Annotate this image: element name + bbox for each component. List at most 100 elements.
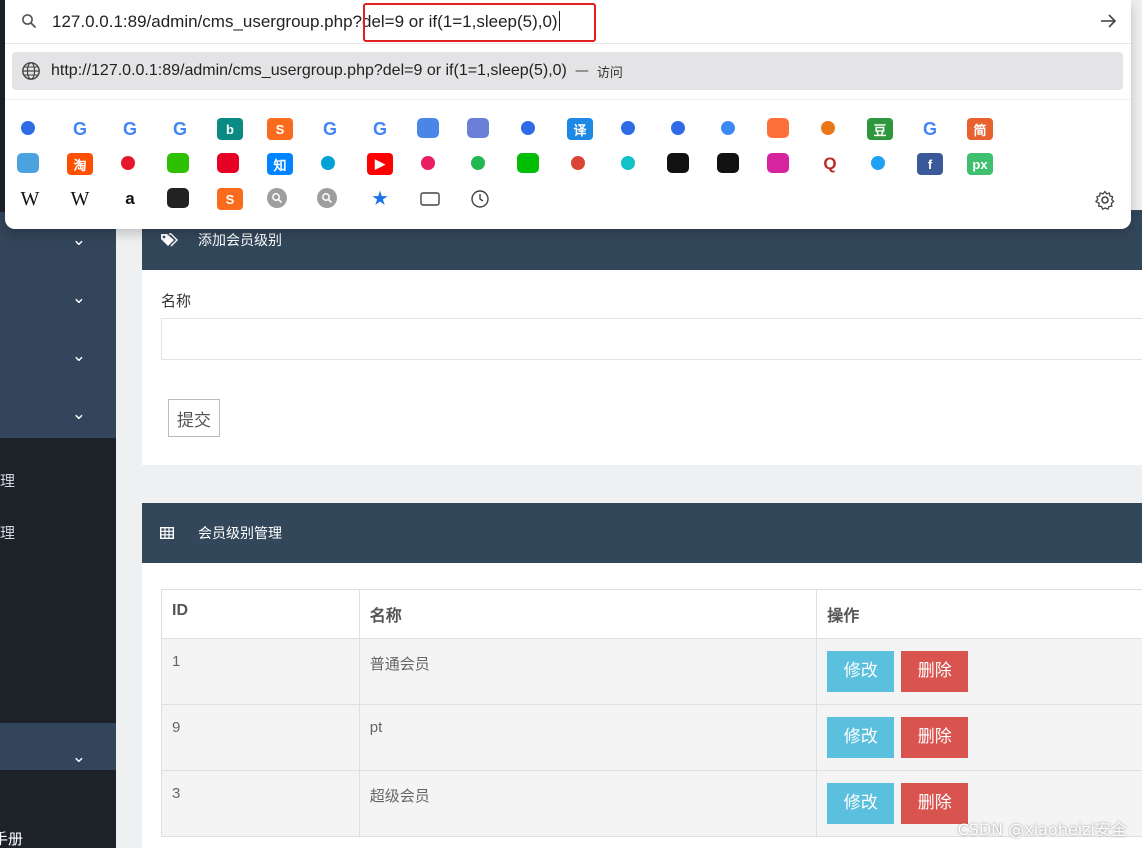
iqiyi-icon[interactable] — [517, 153, 539, 173]
edit-button[interactable]: 修改 — [827, 651, 895, 692]
sidebar-menu-groups: ⌄ ⌄ ⌄ ⌄ — [0, 212, 116, 438]
add-panel-title: 添加会员级别 — [198, 233, 282, 249]
address-bar[interactable]: 127.0.0.1:89/admin/cms_usergroup.php?del… — [5, 0, 1131, 44]
chrome-icon[interactable] — [567, 153, 589, 173]
wikipedia-icon[interactable]: W — [67, 188, 93, 210]
table-header-row: ID 名称 操作 — [161, 589, 1142, 639]
sidebar-menu-group[interactable]: ⌄ — [0, 723, 116, 770]
edit-button[interactable]: 修改 — [827, 783, 895, 824]
address-base: 127.0.0.1:89/admin/cms_usergroup.php — [52, 12, 353, 31]
cloud-icon[interactable] — [717, 118, 739, 138]
jian-icon[interactable]: 简 — [967, 118, 993, 140]
bing-icon[interactable]: b — [217, 118, 243, 140]
name-label: 名称 — [161, 292, 192, 310]
weibo-icon[interactable] — [117, 153, 139, 173]
column-header-name: 名称 — [358, 589, 818, 639]
row-name: pt — [358, 704, 818, 771]
bilibili-icon[interactable] — [317, 153, 339, 173]
taobao-icon[interactable]: 淘 — [67, 153, 93, 175]
sogou-icon[interactable]: S — [267, 118, 293, 140]
github-icon[interactable] — [667, 153, 689, 173]
name-input[interactable] — [161, 318, 1142, 360]
clock-icon[interactable] — [467, 188, 493, 210]
tencent-video-icon[interactable] — [467, 153, 489, 173]
tags-icon — [160, 233, 180, 247]
baidu-paw-icon[interactable] — [17, 118, 39, 138]
delete-button[interactable]: 删除 — [901, 717, 969, 758]
quora-icon[interactable]: Q — [817, 153, 843, 175]
sidebar-item-label[interactable]: 理 — [0, 522, 15, 543]
submit-button[interactable]: 提交 — [168, 399, 220, 437]
google-translate-icon[interactable] — [417, 118, 439, 138]
row-actions: 修改 删除 — [816, 704, 1142, 771]
search-gray-icon[interactable] — [267, 188, 287, 208]
arrow-right-icon[interactable] — [1099, 12, 1117, 34]
chevron-down-icon[interactable]: ⌄ — [72, 232, 86, 249]
translate-yi-icon[interactable]: 译 — [567, 118, 593, 140]
quick-links-row: W Wa S ★ — [17, 188, 517, 214]
row-id: 3 — [161, 770, 360, 837]
suggestion-action: 访问 — [596, 65, 623, 81]
exchange-icon[interactable] — [817, 118, 839, 138]
search-gray-icon[interactable] — [317, 188, 337, 208]
quick-links-row: 淘 知 ▶ Qf px — [17, 153, 1017, 179]
window-icon[interactable] — [417, 188, 443, 210]
member-level-table: ID 名称 操作 1 普通会员 修改 删除 9 pt 修改 删除 3 超级会员 修改… — [161, 589, 1142, 837]
twitter-icon[interactable] — [867, 153, 889, 173]
watermark: CSDN @xiaoheizi安全 — [957, 820, 1128, 839]
feather-icon[interactable] — [717, 153, 739, 173]
column-header-actions: 操作 — [816, 589, 1142, 639]
quick-links-row: G G Gb S G G 译 豆 G 简 — [17, 118, 1017, 144]
table-row: 9 pt 修改 删除 — [161, 704, 1142, 771]
suggestion-url: http://127.0.0.1:89/admin/cms_usergroup.… — [51, 62, 567, 79]
google-icon[interactable]: G — [67, 118, 93, 140]
row-name: 普通会员 — [358, 638, 818, 705]
url-suggestion[interactable]: http://127.0.0.1:89/admin/cms_usergroup.… — [12, 52, 1123, 90]
youtube-icon[interactable]: ▶ — [367, 153, 393, 175]
column-header-id: ID — [161, 589, 360, 639]
amazon-icon[interactable]: a — [117, 188, 143, 210]
gear-icon[interactable] — [1095, 190, 1115, 214]
chevron-down-icon[interactable]: ⌄ — [72, 348, 86, 365]
pixiv-icon[interactable]: px — [967, 153, 993, 175]
youku-icon[interactable] — [417, 153, 439, 173]
sogou-icon[interactable]: S — [217, 188, 243, 210]
dictionary-icon[interactable] — [17, 153, 39, 173]
star-icon[interactable]: ★ — [367, 188, 393, 210]
manage-panel-header: 会员级别管理 — [142, 503, 1142, 563]
sidebar-item-label[interactable]: 理 — [0, 470, 15, 491]
table-icon — [160, 527, 180, 539]
baidu-paw-icon[interactable] — [667, 118, 689, 138]
google-icon[interactable]: G — [917, 118, 943, 140]
row-id: 1 — [161, 638, 360, 705]
google-icon[interactable]: G — [367, 118, 393, 140]
chevron-down-icon[interactable]: ⌄ — [72, 290, 86, 307]
row-actions: 修改 删除 — [816, 638, 1142, 705]
chevron-down-icon[interactable]: ⌄ — [72, 749, 86, 766]
facebook-icon[interactable]: f — [917, 153, 943, 175]
row-name: 超级会员 — [358, 770, 818, 837]
wikipedia-icon[interactable]: W — [17, 188, 43, 210]
google-icon[interactable]: G — [167, 118, 193, 140]
divider — [5, 99, 1131, 100]
manage-panel-title: 会员级别管理 — [198, 526, 282, 542]
sidebar-item-label[interactable]: 手册 — [0, 828, 23, 848]
edit-button[interactable]: 修改 — [827, 717, 895, 758]
delete-button[interactable]: 删除 — [901, 651, 969, 692]
terminal-icon[interactable] — [167, 188, 189, 208]
wechat-icon[interactable] — [167, 153, 189, 173]
google-icon[interactable]: G — [117, 118, 143, 140]
add-panel-body — [142, 270, 1142, 465]
baidu-paw-icon[interactable] — [617, 118, 639, 138]
baidu-paw-icon[interactable] — [517, 118, 539, 138]
row-id: 9 — [161, 704, 360, 771]
puzzle-icon[interactable] — [617, 153, 639, 173]
douban-icon[interactable]: 豆 — [867, 118, 893, 140]
google-icon[interactable]: G — [317, 118, 343, 140]
fire-icon[interactable] — [767, 118, 789, 138]
chevron-down-icon[interactable]: ⌄ — [72, 406, 86, 423]
netease-music-icon[interactable] — [217, 153, 239, 173]
zhihu-icon[interactable]: 知 — [267, 153, 293, 175]
instagram-icon[interactable] — [767, 153, 789, 173]
database-icon[interactable] — [467, 118, 489, 138]
